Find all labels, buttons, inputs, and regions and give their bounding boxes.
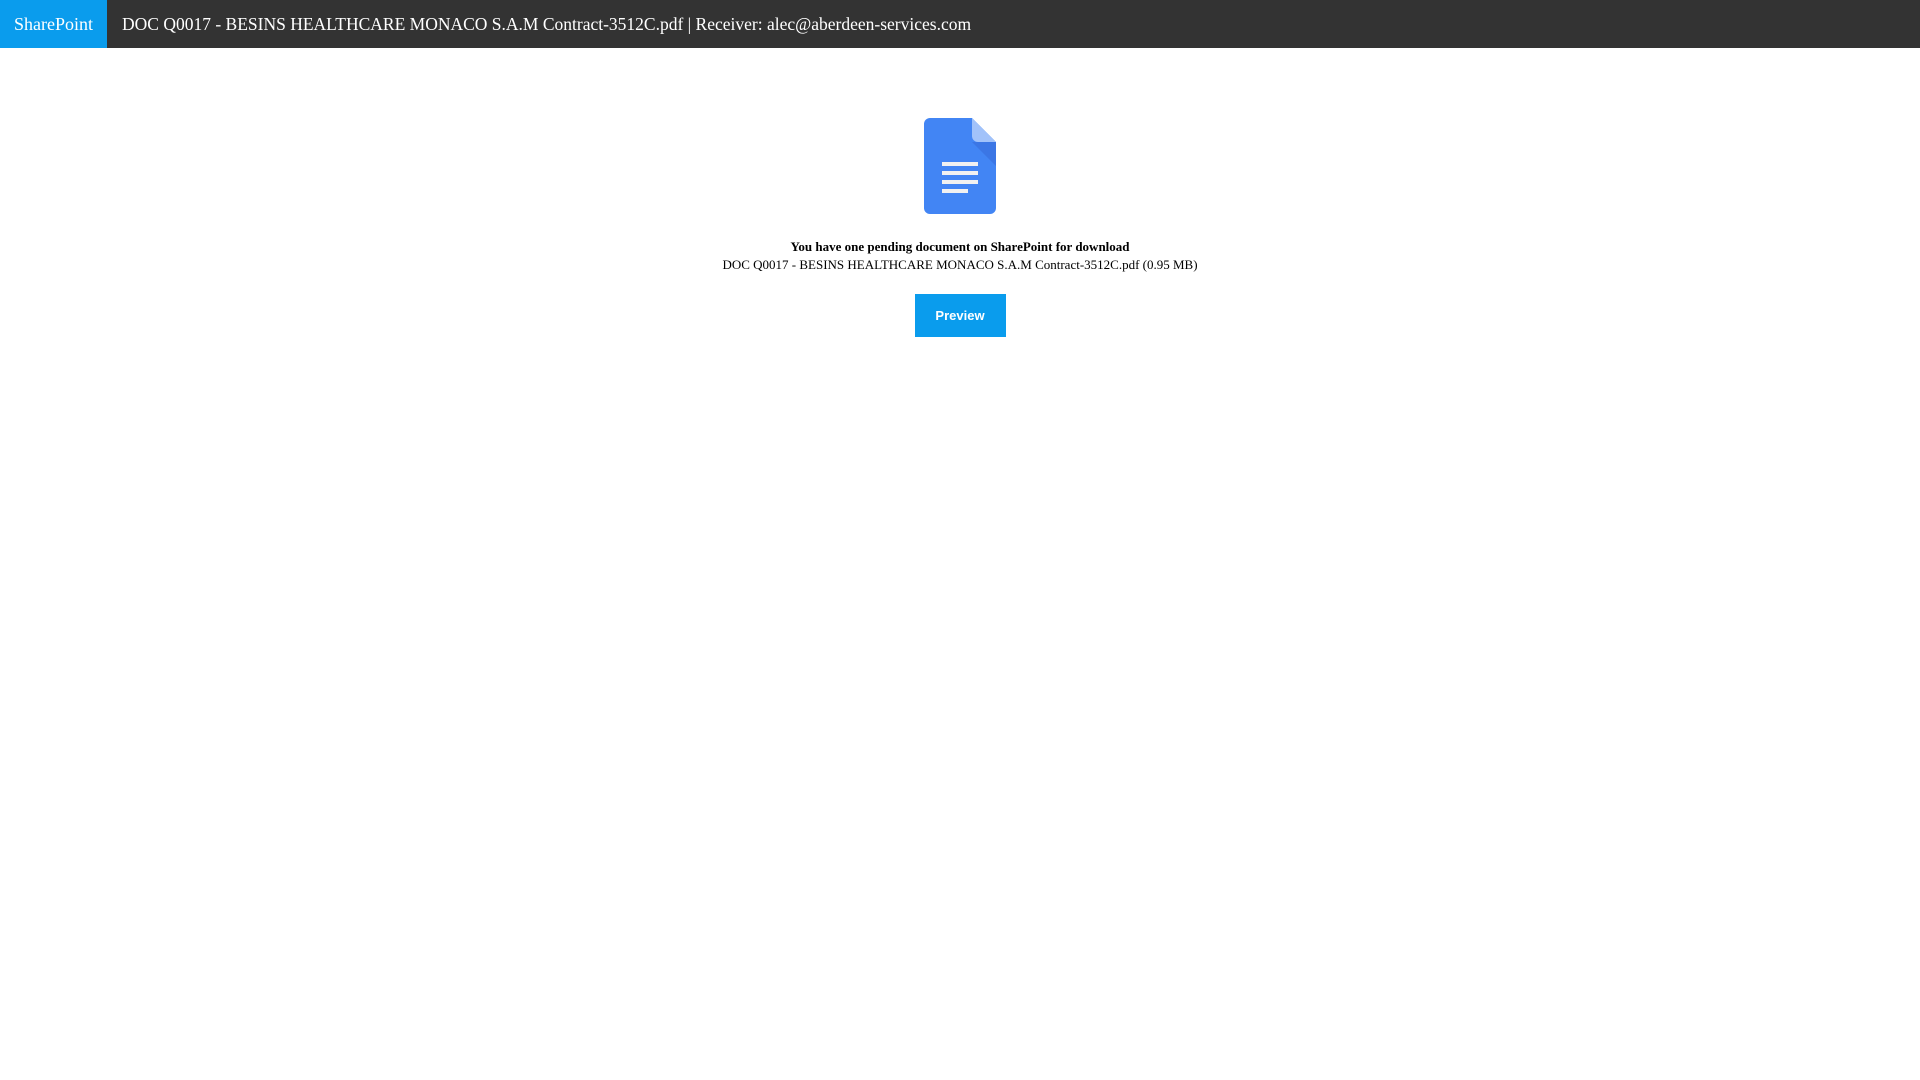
download-panel: You have one pending document on SharePo… xyxy=(0,118,1920,337)
file-name-and-size: DOC Q0017 - BESINS HEALTHCARE MONACO S.A… xyxy=(722,257,1198,272)
document-icon xyxy=(924,118,996,214)
pending-message: You have one pending document on SharePo… xyxy=(790,239,1130,254)
header-title: DOC Q0017 - BESINS HEALTHCARE MONACO S.A… xyxy=(122,13,972,34)
top-bar: SharePoint DOC Q0017 - BESINS HEALTHCARE… xyxy=(0,0,1920,48)
sharepoint-brand[interactable]: SharePoint xyxy=(0,0,107,48)
preview-button[interactable]: Preview xyxy=(914,294,1006,337)
